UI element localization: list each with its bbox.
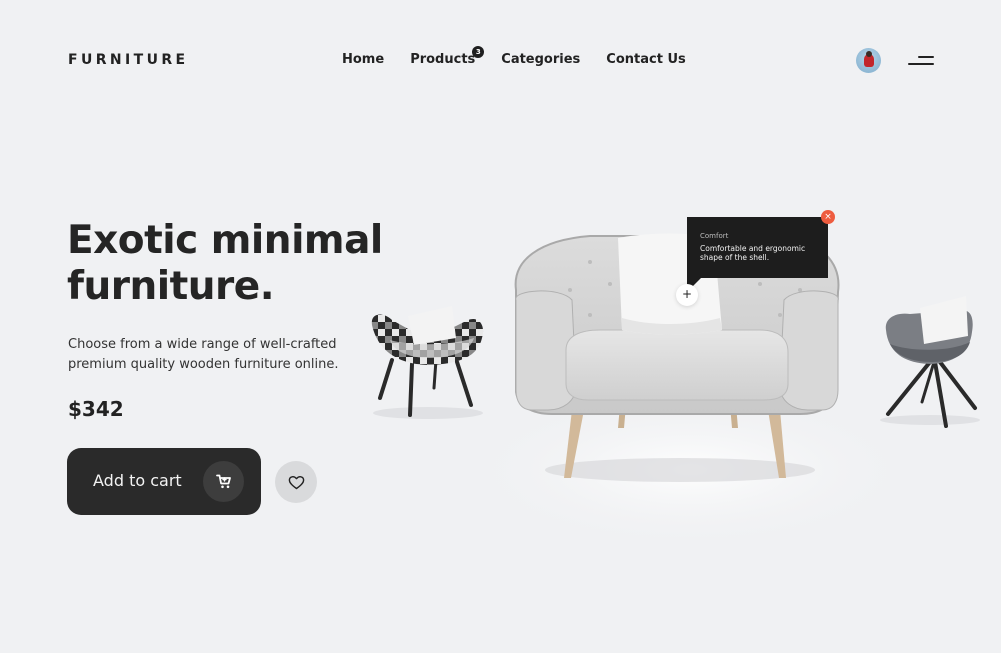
menu-icon[interactable] [906, 54, 934, 68]
tooltip-text: Comfortable and ergonomic shape of the s… [700, 244, 806, 262]
cart-icon [203, 461, 244, 502]
furniture-scene [371, 233, 980, 550]
nav-contact-us[interactable]: Contact Us [606, 52, 685, 67]
add-to-cart-button[interactable]: Add to cart [67, 448, 261, 515]
heart-icon [288, 475, 304, 489]
plaid-chair [371, 306, 484, 419]
nav-products[interactable]: Products 3 [410, 46, 485, 67]
menu-line-long [908, 63, 934, 65]
feature-tooltip: Comfort Comfortable and ergonomic shape … [687, 217, 828, 292]
hero-headline-line2: furniture. [67, 264, 275, 309]
avatar[interactable] [856, 48, 881, 73]
wishlist-button[interactable] [275, 461, 317, 503]
nav-categories[interactable]: Categories [501, 52, 580, 67]
hero-headline: Exotic minimal furniture. [67, 218, 387, 310]
main-chair-shadow [545, 458, 815, 482]
tooltip-title: Comfort [700, 232, 729, 240]
main-nav: Home Products 3 Categories Contact Us [342, 46, 686, 67]
feature-hotspot-button[interactable]: + [676, 284, 698, 306]
nav-products-label: Products [410, 52, 476, 67]
products-count-badge: 3 [472, 46, 485, 58]
avatar-head [866, 51, 872, 57]
add-to-cart-label: Add to cart [93, 471, 182, 490]
nav-home[interactable]: Home [342, 52, 384, 67]
price: $342 [68, 397, 124, 421]
hero-headline-line1: Exotic minimal [67, 218, 383, 263]
hero-description: Choose from a wide range of well-crafted… [68, 337, 339, 372]
floor-glow [460, 390, 920, 550]
tooltip-close-button[interactable]: × [821, 210, 835, 224]
gray-chair [880, 296, 980, 428]
menu-line-short [918, 56, 934, 58]
logo[interactable]: FURNITURE [68, 52, 189, 68]
